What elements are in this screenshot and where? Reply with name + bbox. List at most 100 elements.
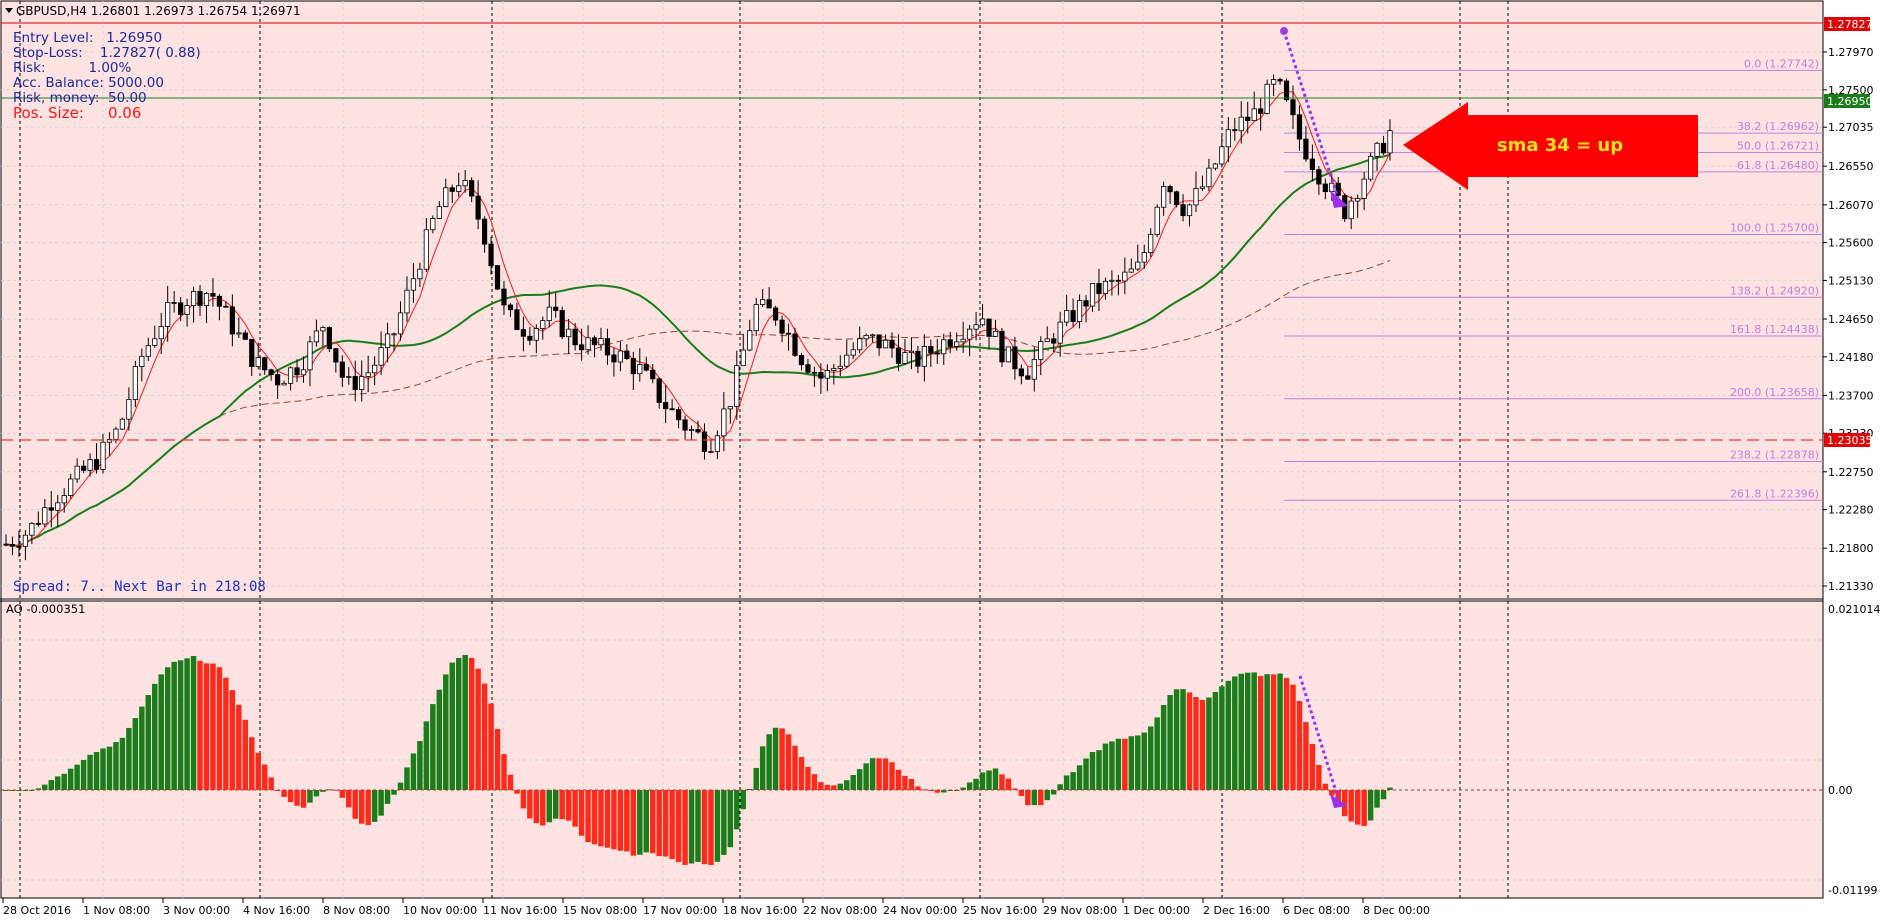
candle[interactable] [1005, 346, 1012, 363]
ao-plot-area[interactable] [1, 601, 1823, 898]
ao-bar [856, 769, 863, 790]
ao-bar [106, 746, 113, 790]
ao-bar [80, 759, 87, 790]
ao-bar [915, 786, 921, 790]
ao-bar [1173, 689, 1180, 790]
ao-bar [93, 752, 100, 790]
candle[interactable] [1367, 152, 1374, 182]
ao-bar [255, 752, 261, 790]
ao-bar [61, 773, 67, 790]
ao-bar [184, 658, 190, 790]
ao-bar [423, 721, 430, 790]
ao-bar [792, 745, 798, 790]
ao-bar [986, 770, 992, 790]
ao-bar [908, 778, 915, 790]
ao-bar [307, 790, 313, 803]
candle[interactable] [1342, 193, 1348, 222]
ao-label: AO -0.000351 [6, 602, 85, 616]
ao-bar [514, 790, 520, 794]
main-plot-area[interactable] [1, 1, 1823, 598]
ao-bar [346, 790, 352, 808]
ao-bar [42, 784, 48, 790]
ao-bar [1219, 686, 1225, 790]
ao-bar [540, 790, 546, 826]
candle[interactable] [559, 306, 565, 340]
candle[interactable] [326, 326, 332, 352]
ao-bar [216, 667, 223, 790]
ao-bar [494, 729, 501, 790]
ao-bar [1180, 689, 1186, 790]
ao-bar [1141, 732, 1147, 790]
ao-bar [177, 660, 184, 790]
ao-bar [714, 790, 721, 862]
ao-bar [1290, 684, 1296, 790]
ao-bar [1367, 790, 1374, 821]
ao-bar [695, 790, 701, 862]
ao-bar [708, 790, 714, 866]
pos-size-label: Pos. Size: [13, 104, 84, 122]
ao-bar [669, 790, 675, 860]
ao-bar [520, 790, 527, 809]
ao-bar [443, 674, 449, 790]
ao-bar [300, 790, 307, 808]
ao-bar [152, 683, 158, 790]
ao-bar [287, 790, 294, 803]
ao-bar [384, 790, 391, 804]
price-tick: 1.23700 [1828, 389, 1874, 402]
candle[interactable] [1264, 79, 1270, 115]
svg-text:-0.01199: -0.01199 [1828, 884, 1877, 897]
ao-bar [1109, 741, 1115, 790]
candle[interactable] [494, 265, 501, 291]
ao-bar [1225, 680, 1232, 790]
candle[interactable] [999, 328, 1005, 368]
candle[interactable] [1154, 204, 1160, 238]
candle[interactable] [1173, 190, 1180, 208]
stop-loss-tag: 1.27827 [1824, 17, 1873, 31]
ao-bar [365, 790, 371, 825]
ao-bar [850, 775, 856, 790]
fib-level-label: 38.2 (1.26962) [1737, 120, 1819, 133]
ao-bar [1244, 672, 1251, 790]
panel-line: Acc. Balance: 5000.00 [13, 75, 164, 91]
panel-line: Entry Level: 1.26950 [13, 30, 162, 46]
price-tick: 1.24650 [1828, 313, 1874, 326]
ao-bar [281, 790, 287, 797]
fib-level-label: 50.0 (1.26721) [1737, 139, 1819, 152]
ao-bar [1063, 775, 1070, 790]
time-label: 25 Nov 16:00 [963, 904, 1037, 917]
ao-bar [1089, 752, 1096, 790]
ao-bar [74, 764, 80, 790]
svg-text:1.23035: 1.23035 [1827, 434, 1873, 447]
ao-bar [1303, 722, 1309, 790]
candle[interactable] [119, 417, 126, 430]
ao-bar [798, 757, 805, 790]
ao-bar [552, 790, 559, 819]
ao-bar [1374, 790, 1380, 808]
ao-bar [371, 790, 378, 822]
ao-bar [410, 753, 417, 790]
price-tick: 1.22280 [1828, 504, 1874, 517]
chart-window[interactable]: 0.0 (1.27742) 38.2 (1.26962) 50.0 (1.26721… [0, 0, 1882, 922]
time-label: 1 Dec 00:00 [1123, 904, 1190, 917]
ao-bar [1264, 674, 1270, 790]
ao-bar [772, 727, 779, 790]
ao-bar [1167, 695, 1173, 790]
time-label: 4 Nov 16:00 [243, 904, 310, 917]
ao-bar [753, 767, 759, 790]
ao-bar [132, 718, 139, 790]
price-tick: 1.27970 [1828, 46, 1874, 59]
ao-bar [119, 737, 126, 790]
ao-bar [126, 727, 132, 790]
ao-bar [1212, 691, 1219, 790]
ao-bar [1096, 750, 1102, 790]
pos-size-value: 0.06 [108, 104, 141, 122]
ao-bar [158, 674, 164, 790]
ao-bar [999, 774, 1005, 790]
ao-bar [1160, 704, 1167, 790]
price-tick: 1.25600 [1828, 237, 1874, 250]
ao-bar [643, 790, 649, 853]
ao-bar [649, 790, 656, 854]
ao-bar [837, 783, 844, 790]
ao-bar [417, 741, 423, 790]
time-label: 1 Nov 08:00 [83, 904, 150, 917]
